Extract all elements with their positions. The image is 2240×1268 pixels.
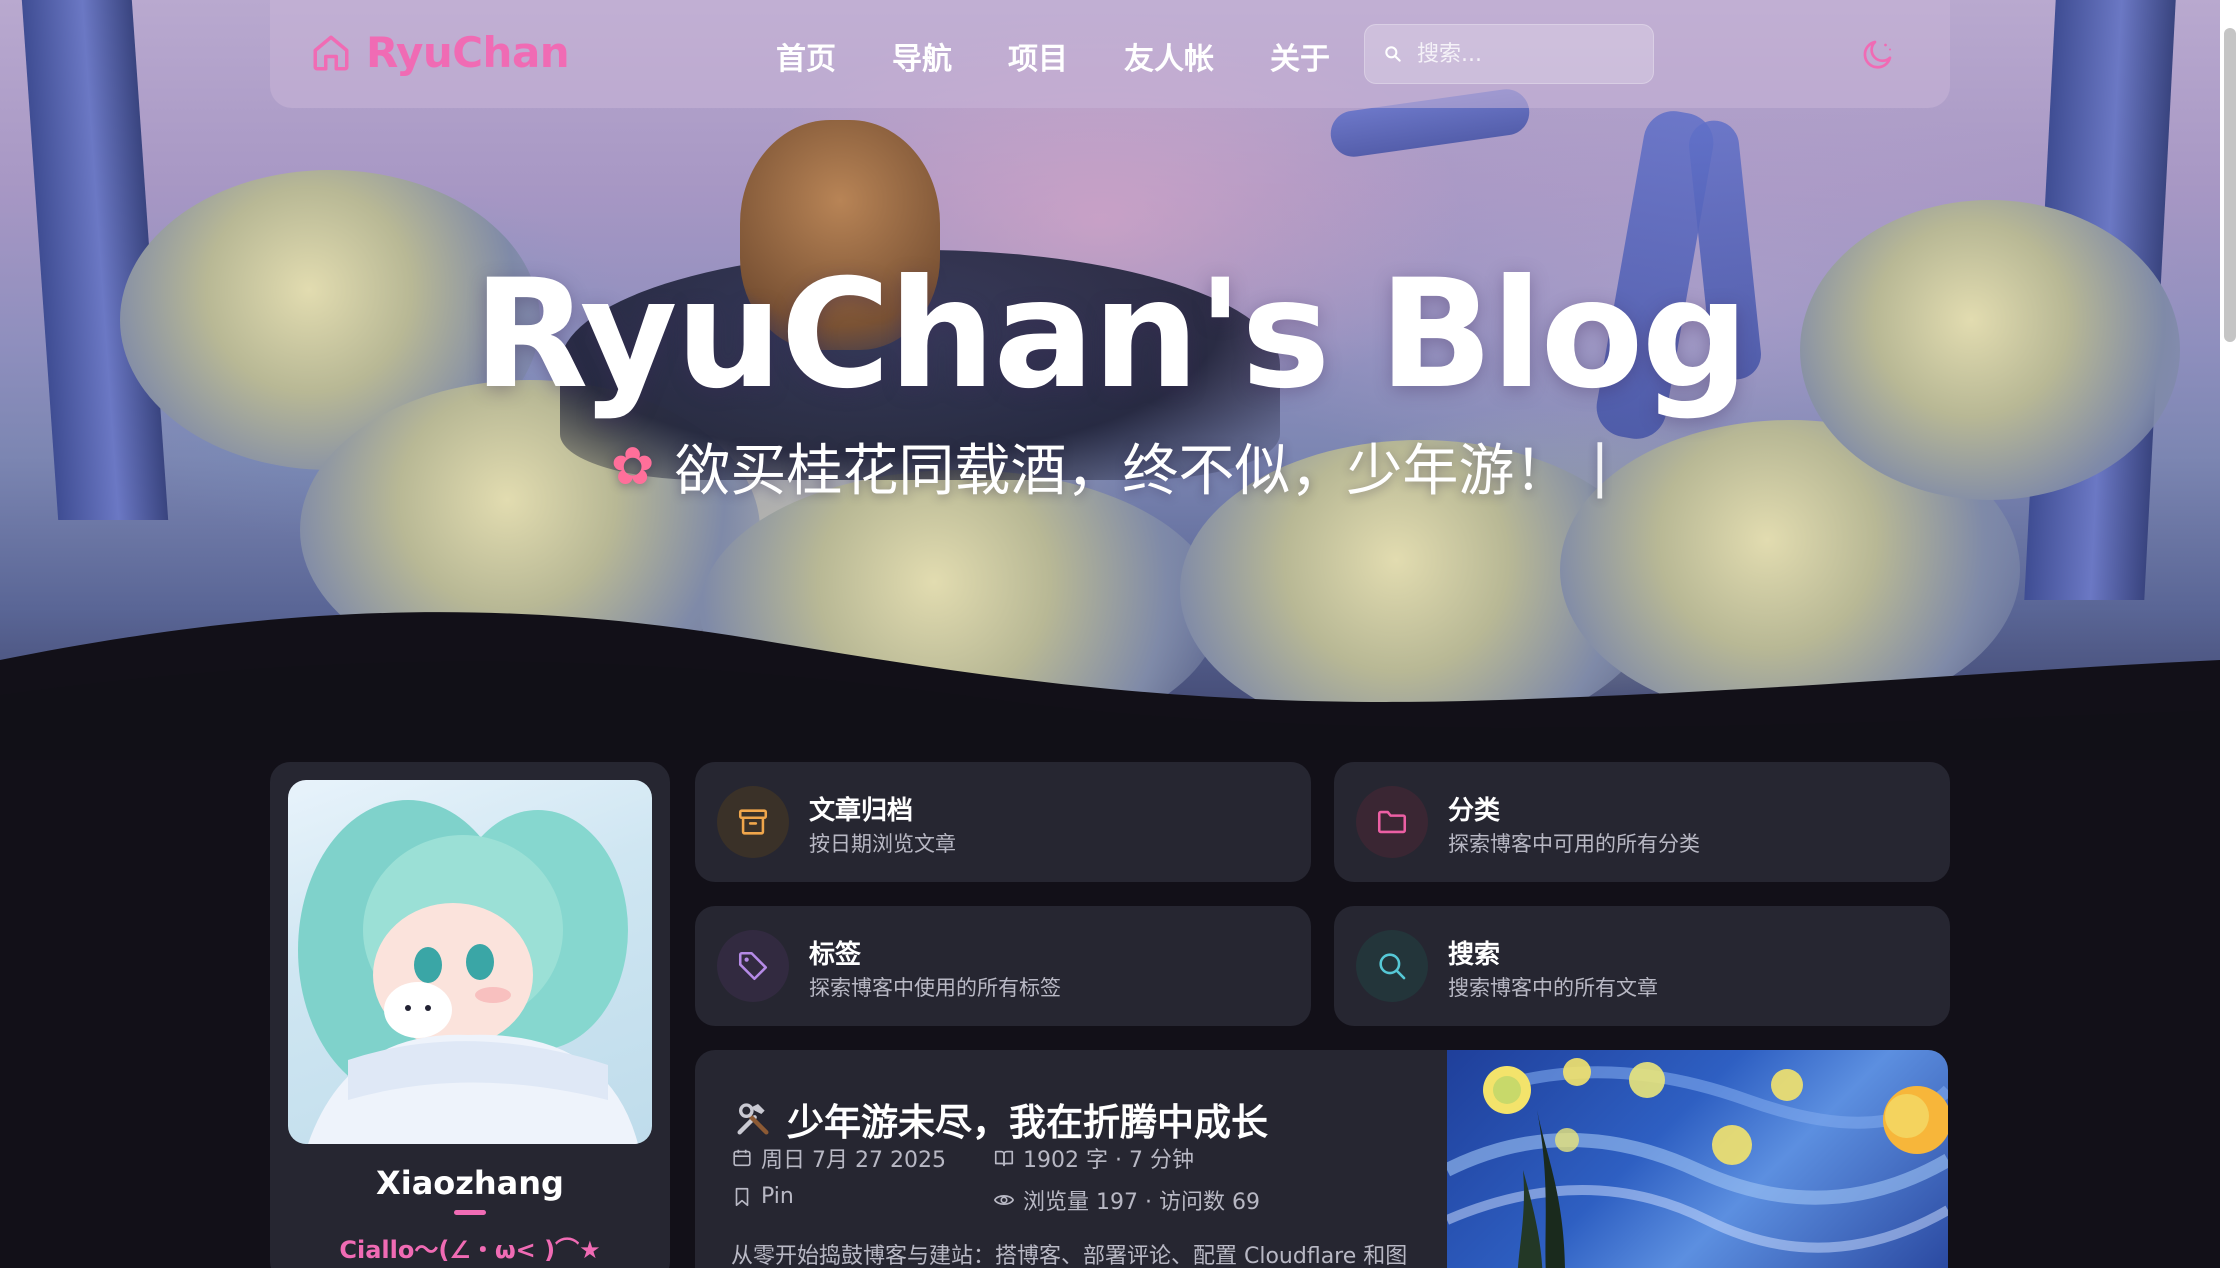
hero-subtitle: ✿ 欲买桂花同载酒，终不似，少年游！ | <box>0 426 2220 507</box>
post-title-text: 少年游未尽，我在折腾中成长 <box>787 1101 1268 1144</box>
nav-item-navigation[interactable]: 导航 <box>892 30 952 82</box>
bookmark-icon <box>735 1187 749 1206</box>
theme-toggle-moon-icon[interactable] <box>1860 36 1896 72</box>
scrollbar-thumb[interactable] <box>2224 28 2236 342</box>
post-pin: Pin <box>731 1184 794 1209</box>
profile-motto: Ciallo～(∠・ω< )⌒★ <box>339 1236 601 1264</box>
brand-link[interactable]: RyuChan <box>310 28 570 77</box>
quick-link-title: 分类 <box>1448 796 1501 826</box>
avatar[interactable] <box>288 780 652 1144</box>
hero-title: RyuChan's Blog <box>473 248 1749 422</box>
book-open-icon <box>994 1150 1014 1167</box>
post-word-count-text: 1902 字 · 7 分钟 <box>1023 1148 1194 1173</box>
folder-icon <box>1356 786 1428 858</box>
tag-icon <box>717 930 789 1002</box>
nav-item-projects[interactable]: 项目 <box>1008 30 1068 82</box>
calendar-icon <box>733 1149 751 1167</box>
post-date-text: 周日 7月 27 2025 <box>761 1148 946 1173</box>
search-icon <box>1385 46 1401 62</box>
quick-link-categories[interactable]: 分类 探索博客中可用的所有分类 <box>1334 762 1950 882</box>
quick-link-archive[interactable]: 文章归档 按日期浏览文章 <box>695 762 1311 882</box>
quick-link-desc: 搜索博客中的所有文章 <box>1448 976 1658 1000</box>
post-pin-text: Pin <box>761 1184 794 1209</box>
starry-night-illustration <box>1443 1058 1948 1268</box>
post-views: 浏览量 197 · 访问数 69 <box>993 1184 1260 1216</box>
hammer-wrench-icon <box>737 1103 769 1135</box>
nav-item-about[interactable]: 关于 <box>1270 30 1330 82</box>
post-views-text: 浏览量 197 · 访问数 69 <box>1023 1190 1260 1215</box>
post-date: 周日 7月 27 2025 <box>731 1142 946 1174</box>
typing-cursor: | <box>1590 434 1610 499</box>
profile-accent-bar <box>454 1210 486 1215</box>
hero-wave-divider <box>0 612 2220 760</box>
hero-banner: RyuChan's Blog ✿ 欲买桂花同载酒，终不似，少年游！ | <box>0 0 2220 760</box>
cherry-blossom-icon: ✿ <box>610 436 655 497</box>
search-icon <box>1356 930 1428 1002</box>
main-menu: 首页 导航 项目 友人帐 关于 <box>776 30 1330 82</box>
nav-item-home[interactable]: 首页 <box>776 30 836 82</box>
post-excerpt: 从零开始捣鼓博客与建站：搭博客、部署评论、配置 Cloudflare 和图 <box>731 1244 1408 1268</box>
quick-link-title: 搜索 <box>1448 940 1501 970</box>
quick-link-title: 标签 <box>809 940 862 970</box>
post-word-count: 1902 字 · 7 分钟 <box>993 1142 1194 1174</box>
nav-item-friends[interactable]: 友人帐 <box>1124 30 1214 82</box>
quick-link-tags[interactable]: 标签 探索博客中使用的所有标签 <box>695 906 1311 1026</box>
search-box[interactable] <box>1364 24 1654 84</box>
post-cover-image[interactable] <box>1443 1050 1948 1268</box>
post-card[interactable]: 少年游未尽，我在折腾中成长 周日 7月 27 2025 1902 字 · 7 分… <box>695 1050 1948 1268</box>
archive-box-icon <box>717 786 789 858</box>
quick-link-desc: 探索博客中使用的所有标签 <box>809 976 1061 1000</box>
brand-name: RyuChan <box>366 28 570 77</box>
search-input[interactable] <box>1417 41 1637 67</box>
quick-link-title: 文章归档 <box>809 796 914 826</box>
quick-link-search[interactable]: 搜索 搜索博客中的所有文章 <box>1334 906 1950 1026</box>
avatar-illustration <box>298 800 638 1144</box>
profile-card: Xiaozhang Ciallo～(∠・ω< )⌒★ <box>270 762 670 1268</box>
top-navbar: RyuChan 首页 导航 项目 友人帐 关于 <box>270 0 1950 108</box>
home-icon <box>313 35 349 70</box>
post-title[interactable]: 少年游未尽，我在折腾中成长 <box>733 1092 1268 1146</box>
quick-link-desc: 探索博客中可用的所有分类 <box>1448 832 1700 856</box>
quick-link-desc: 按日期浏览文章 <box>809 832 956 856</box>
profile-name: Xiaozhang <box>376 1164 564 1202</box>
eye-icon <box>993 1195 1015 1205</box>
hero-subtitle-text: 欲买桂花同载酒，终不似，少年游！ <box>674 439 1571 504</box>
